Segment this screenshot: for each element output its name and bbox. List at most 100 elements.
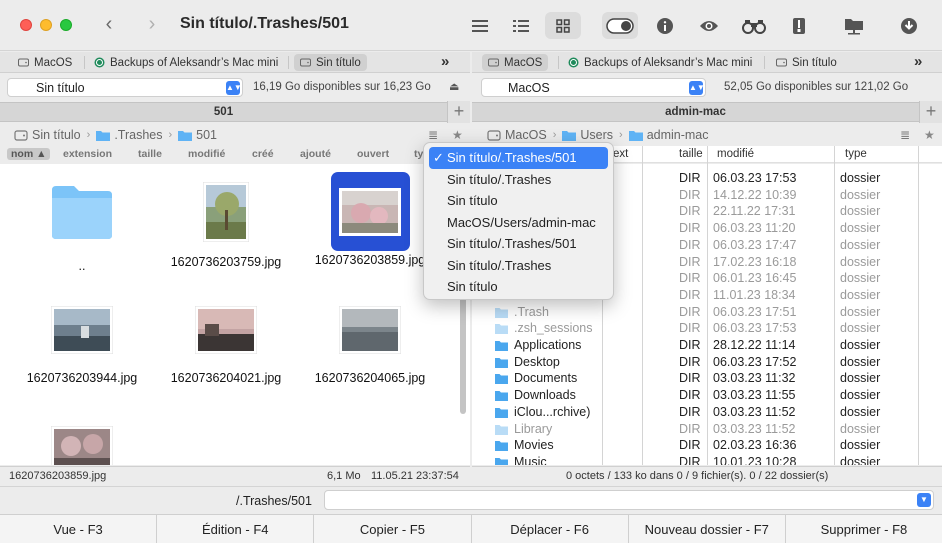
left-file-grid[interactable]: .. 1620736203759.jpg 1620736203859.jpg 1… [0, 164, 470, 465]
breadcrumb-item[interactable]: Sin título [32, 128, 81, 142]
breadcrumb-item[interactable]: Users [580, 128, 613, 142]
row-type: dossier [840, 187, 881, 202]
history-item[interactable]: Sin título/.Trashes [429, 169, 608, 191]
column-taille[interactable]: taille [679, 148, 703, 160]
column-ajoute[interactable]: ajouté [300, 148, 331, 160]
view-grid-button[interactable] [545, 12, 581, 39]
grid-item[interactable]: 1620736204065.jpg [305, 306, 435, 386]
breadcrumb-item[interactable]: 501 [196, 128, 217, 142]
left-tab-sin-titulo[interactable]: Sin título [294, 54, 367, 71]
back-button[interactable]: ‹ [97, 13, 121, 37]
history-item[interactable]: Sin título [429, 190, 608, 212]
left-more-tabs-button[interactable]: » [441, 53, 449, 70]
download-button[interactable] [891, 12, 927, 39]
left-new-tab-button[interactable]: + [447, 101, 470, 123]
column-taille[interactable]: taille [138, 148, 162, 160]
close-window-button[interactable] [20, 19, 32, 31]
chevron-down-icon[interactable]: ▼ [917, 493, 931, 507]
row-type: dossier [840, 454, 881, 465]
edit-f4-button[interactable]: Édition - F4 [157, 515, 315, 543]
column-nom[interactable]: nom ▲ [7, 148, 51, 160]
right-volume-select[interactable]: MacOS ▲▼ [481, 78, 706, 97]
binoculars-icon [742, 19, 766, 34]
command-input[interactable]: ▼ [324, 490, 934, 510]
right-tab-macos[interactable]: MacOS [482, 54, 549, 71]
table-row[interactable]: Library DIR 03.03.23 11:52 dossier [472, 421, 932, 438]
right-more-tabs-button[interactable]: » [914, 53, 922, 70]
delete-f8-button[interactable]: Supprimer - F8 [786, 515, 942, 543]
move-f6-button[interactable]: Déplacer - F6 [472, 515, 629, 543]
view-detail-button[interactable] [503, 12, 539, 39]
table-row[interactable]: .Trash DIR 06.03.23 17:51 dossier [472, 304, 932, 321]
list-icon[interactable]: ≣ [428, 128, 438, 142]
left-tab-backups[interactable]: Backups of Aleksandr’s Mac mini [88, 54, 284, 71]
row-size: DIR [679, 354, 701, 369]
row-type: dossier [840, 304, 881, 319]
grid-item-selected[interactable]: 1620736203859.jpg [305, 182, 435, 268]
folder-icon [495, 407, 508, 418]
left-free-space: 16,19 Go disponibles sur 16,23 Go [253, 81, 431, 93]
left-tab-macos[interactable]: MacOS [12, 54, 78, 71]
table-row[interactable]: iClou...rchive) DIR 03.03.23 11:52 dossier [472, 404, 932, 421]
toggle-icon [606, 17, 634, 34]
row-modified: 14.12.22 10:39 [713, 187, 797, 202]
history-item[interactable]: MacOS/Users/admin-mac [429, 212, 608, 234]
column-extension[interactable]: extension [63, 148, 112, 160]
table-row[interactable]: .zsh_sessions DIR 06.03.23 17:53 dossier [472, 320, 932, 337]
table-row[interactable]: Movies DIR 02.03.23 16:36 dossier [472, 437, 932, 454]
column-ext[interactable]: ext [613, 148, 628, 160]
table-row[interactable]: Applications DIR 28.12.22 11:14 dossier [472, 337, 932, 354]
table-row[interactable]: Music DIR 10.01.23 10:28 dossier [472, 454, 932, 465]
breadcrumb-item[interactable]: admin-mac [647, 128, 709, 142]
row-type: dossier [840, 271, 881, 286]
row-size: DIR [679, 254, 701, 269]
column-ouvert[interactable]: ouvert [357, 148, 389, 160]
column-modifie[interactable]: modifié [717, 148, 754, 160]
star-icon[interactable]: ★ [452, 128, 463, 142]
folder-icon [495, 341, 508, 351]
breadcrumb-item[interactable]: .Trashes [114, 128, 162, 142]
view-list-button[interactable] [462, 12, 498, 39]
history-item[interactable]: Sin título/.Trashes/501 [429, 233, 608, 255]
grid-item[interactable]: 1620736204021.jpg [161, 306, 291, 386]
row-modified: 17.02.23 16:18 [713, 254, 797, 269]
right-new-tab-button[interactable]: + [919, 101, 942, 123]
right-tab-sin-titulo[interactable]: Sin título [770, 54, 843, 71]
zoom-window-button[interactable] [60, 19, 72, 31]
left-volume-select[interactable]: Sin título ▲▼ [7, 78, 243, 97]
row-type: dossier [840, 371, 881, 386]
row-type: dossier [840, 321, 881, 336]
breadcrumb-item[interactable]: MacOS [505, 128, 547, 142]
preview-button[interactable] [691, 12, 727, 39]
table-row[interactable]: Downloads DIR 03.03.23 11:55 dossier [472, 387, 932, 404]
network-button[interactable] [836, 12, 872, 39]
history-item[interactable]: Sin título/.Trashes [429, 255, 608, 277]
grid-item[interactable]: .. [17, 184, 147, 274]
new-folder-f7-button[interactable]: Nouveau dossier - F7 [629, 515, 786, 543]
table-row[interactable]: Desktop DIR 06.03.23 17:52 dossier [472, 354, 932, 371]
image-thumbnail [203, 182, 249, 242]
history-item[interactable]: Sin título [429, 276, 608, 298]
info-button[interactable] [647, 12, 683, 39]
forward-button[interactable]: › [140, 13, 164, 37]
star-icon[interactable]: ★ [924, 128, 935, 142]
toggle-hidden-files-button[interactable] [602, 12, 638, 39]
right-tab-backups[interactable]: Backups of Aleksandr’s Mac mini [562, 54, 758, 71]
column-type[interactable]: ty [414, 148, 423, 160]
history-item[interactable]: ✓ Sin título/.Trashes/501 [429, 147, 608, 169]
view-f3-button[interactable]: Vue - F3 [0, 515, 158, 543]
table-row[interactable]: Documents DIR 03.03.23 11:32 dossier [472, 370, 932, 387]
search-button[interactable] [736, 12, 772, 39]
image-thumbnail [51, 306, 113, 354]
archive-button[interactable] [781, 12, 817, 39]
column-modifie[interactable]: modifié [188, 148, 225, 160]
grid-item[interactable]: 1620736203759.jpg [161, 182, 291, 270]
column-type[interactable]: type [845, 148, 867, 160]
copy-f5-button[interactable]: Copier - F5 [314, 515, 472, 543]
grid-item[interactable] [17, 426, 147, 465]
eject-icon[interactable]: ⏏ [449, 80, 459, 93]
minimize-window-button[interactable] [40, 19, 52, 31]
grid-item[interactable]: 1620736203944.jpg [17, 306, 147, 386]
column-cree[interactable]: créé [252, 148, 274, 160]
list-icon[interactable]: ≣ [900, 128, 910, 142]
